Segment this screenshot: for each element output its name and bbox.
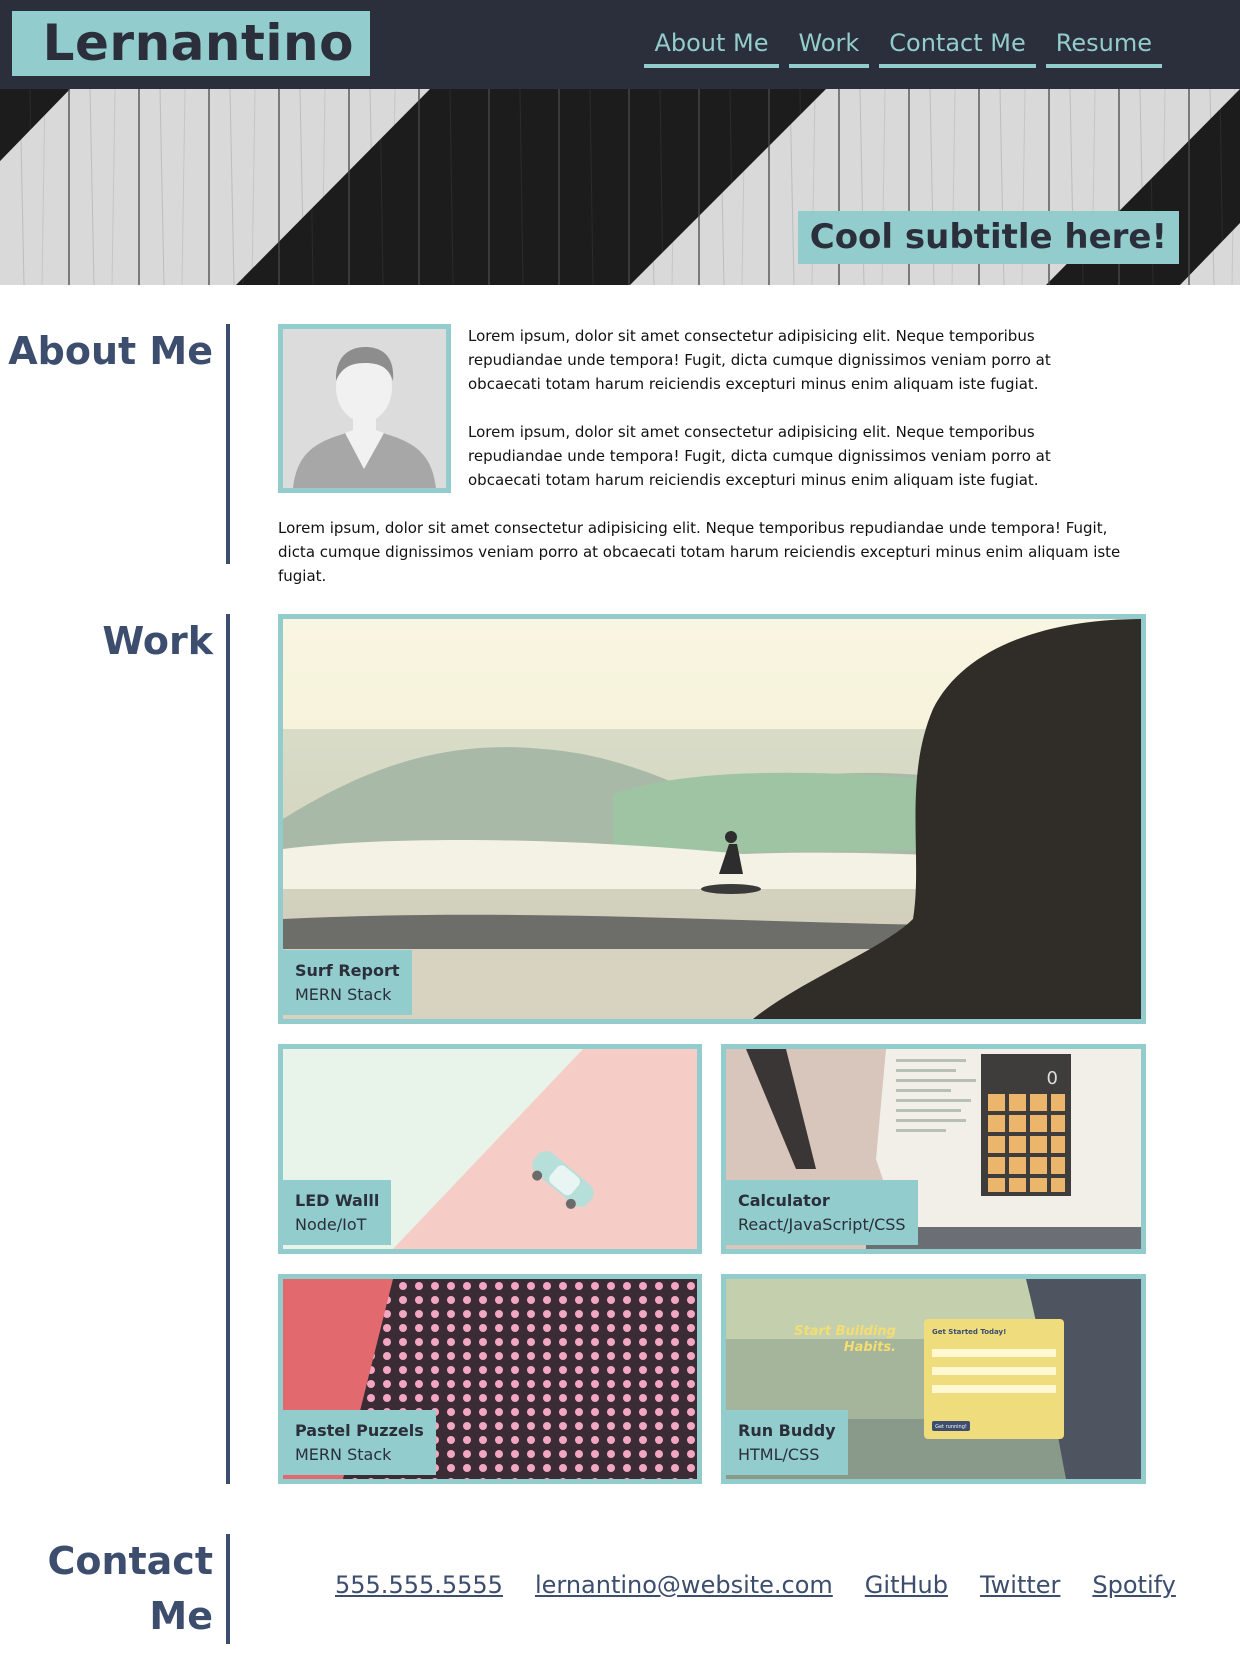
contact-email-link[interactable]: lernantino@website.com [535,1563,833,1607]
run-buddy-form-button: Get running! [935,1424,967,1430]
contact-links: 555.555.5555 lernantino@website.com GitH… [335,1563,1208,1607]
project-title: LED Walll [295,1191,380,1210]
site-logo[interactable]: Lernantino [12,11,370,76]
project-label: LED Walll Node/IoT [283,1180,392,1245]
person-silhouette-icon [283,329,446,488]
about-paragraph-1: Lorem ipsum, dolor sit amet consectetur … [468,327,1051,393]
surf-photo [283,619,1141,1019]
main-nav: About Me Work Contact Me Resume [634,24,1162,68]
about-heading: About Me [8,329,213,373]
nav-resume[interactable]: Resume [1045,24,1162,68]
project-card-pastel-puzzels[interactable]: Pastel Puzzels MERN Stack [278,1274,702,1484]
about-divider [226,324,230,564]
nav-work[interactable]: Work [788,24,870,68]
project-stack: MERN Stack [295,1445,392,1464]
nav-contact-me[interactable]: Contact Me [879,24,1036,68]
about-paragraph-2: Lorem ipsum, dolor sit amet consectetur … [468,423,1051,489]
contact-phone-link[interactable]: 555.555.5555 [335,1563,503,1607]
about-paragraph-3: Lorem ipsum, dolor sit amet consectetur … [278,519,1121,585]
project-label: Pastel Puzzels MERN Stack [283,1410,436,1475]
project-card-led-walll[interactable]: LED Walll Node/IoT [278,1044,702,1254]
project-title: Run Buddy [738,1421,836,1440]
hero-subtitle: Cool subtitle here! [797,211,1179,264]
contact-github-link[interactable]: GitHub [865,1563,948,1607]
calculator-display: 0 [1047,1068,1058,1089]
contact-heading: Contact Me [47,1534,213,1644]
project-stack: React/JavaScript/CSS [738,1215,906,1234]
project-stack: MERN Stack [295,985,392,1004]
run-buddy-form-title: Get Started Today! [932,1328,1006,1336]
profile-avatar [278,324,451,493]
contact-heading-line-2: Me [149,1594,213,1638]
contact-heading-line-1: Contact [47,1539,213,1583]
project-card-surf-report[interactable]: Surf Report MERN Stack [278,614,1146,1024]
contact-twitter-link[interactable]: Twitter [980,1563,1060,1607]
project-stack: Node/IoT [295,1215,367,1234]
project-label: Calculator React/JavaScript/CSS [726,1180,918,1245]
run-buddy-headline-1: Start Building [794,1324,896,1339]
project-title: Surf Report [295,961,400,980]
project-title: Pastel Puzzels [295,1421,424,1440]
run-buddy-headline-2: Habits. [844,1340,896,1355]
project-title: Calculator [738,1191,830,1210]
top-header: Lernantino About Me Work Contact Me Resu… [0,0,1240,89]
contact-divider [226,1534,230,1644]
work-heading: Work [102,619,213,663]
project-label: Run Buddy HTML/CSS [726,1410,848,1475]
hero-banner: Cool subtitle here! [0,89,1240,285]
project-card-calculator[interactable]: 0 Calculator React/JavaScript/CSS [721,1044,1146,1254]
nav-about-me[interactable]: About Me [644,24,779,68]
project-card-run-buddy[interactable]: Start Building Habits. Get Started Today… [721,1274,1146,1484]
contact-spotify-link[interactable]: Spotify [1092,1563,1175,1607]
project-stack: HTML/CSS [738,1445,820,1464]
project-label: Surf Report MERN Stack [283,950,412,1015]
work-divider [226,614,230,1484]
